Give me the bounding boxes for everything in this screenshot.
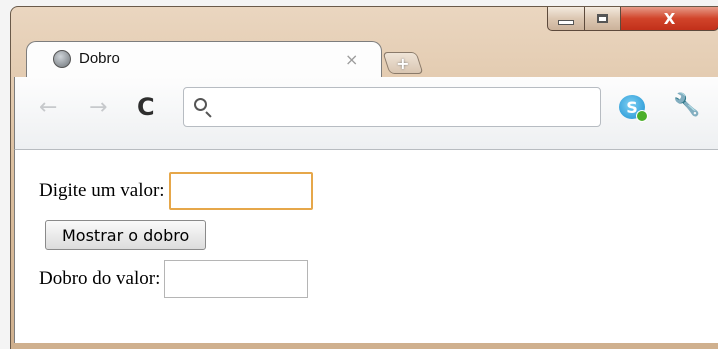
address-input[interactable]: [218, 96, 592, 120]
double-label: Dobro do valor:: [39, 268, 161, 289]
close-window-button[interactable]: X: [621, 7, 718, 31]
show-double-button[interactable]: Mostrar o dobro: [45, 220, 207, 250]
button-row: Mostrar o dobro: [45, 220, 207, 250]
browser-toolbar: ← → C S 🔧: [14, 77, 718, 150]
tab-dobro[interactable]: Dobro ×: [26, 41, 382, 77]
address-bar[interactable]: [183, 87, 601, 127]
maximize-button[interactable]: [585, 7, 621, 31]
minimize-button[interactable]: [547, 7, 585, 31]
tab-title: Dobro: [79, 50, 120, 67]
wrench-icon[interactable]: 🔧: [673, 93, 700, 118]
reload-icon[interactable]: C: [137, 93, 155, 121]
forward-arrow-icon[interactable]: →: [89, 95, 107, 120]
plus-icon: +: [396, 53, 410, 73]
output-row: Dobro do valor:: [39, 260, 309, 298]
tab-close-icon[interactable]: ×: [345, 50, 358, 69]
back-arrow-icon[interactable]: ←: [39, 95, 57, 120]
new-tab-button[interactable]: +: [382, 52, 424, 74]
double-output[interactable]: [164, 260, 309, 298]
window-controls: X: [547, 7, 718, 33]
status-dot-icon: [636, 110, 648, 122]
page-content: Digite um valor: Mostrar o dobro Dobro d…: [14, 150, 718, 343]
minimize-icon: [558, 20, 574, 25]
value-input[interactable]: [168, 172, 313, 210]
search-icon: [194, 98, 207, 111]
maximize-icon: [597, 14, 608, 23]
globe-icon: [53, 50, 71, 68]
input-row: Digite um valor:: [39, 172, 313, 210]
value-label: Digite um valor:: [39, 180, 165, 201]
close-icon: X: [663, 9, 676, 28]
skype-icon[interactable]: S: [619, 95, 648, 122]
